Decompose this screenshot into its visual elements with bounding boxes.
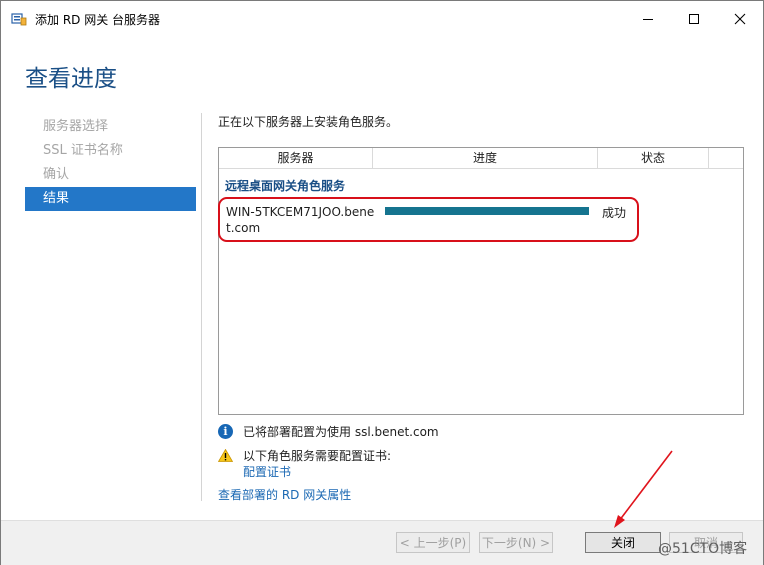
minimize-icon <box>643 19 653 20</box>
sidebar-item-results[interactable]: 结果 <box>25 187 196 211</box>
view-gateway-properties-link[interactable]: 查看部署的 RD 网关属性 <box>218 486 351 503</box>
watermark-text: @51CTO博客 <box>658 541 748 557</box>
maximize-icon <box>689 14 699 24</box>
minimize-button[interactable] <box>625 1 671 37</box>
info-icon: i <box>218 423 233 439</box>
sidebar-item-ssl-cert-name[interactable]: SSL 证书名称 <box>25 139 196 163</box>
column-header-status[interactable]: 状态 <box>598 148 709 168</box>
maximize-button[interactable] <box>671 1 717 37</box>
warning-icon <box>218 449 233 462</box>
window-title: 添加 RD 网关 台服务器 <box>35 13 161 27</box>
red-highlight-annotation <box>218 197 639 242</box>
dialog-window: 添加 RD 网关 台服务器 查看进度 服务器选择 SSL 证书名称 确认 结果 … <box>0 0 764 565</box>
progress-table: 服务器 进度 状态 远程桌面网关角色服务 WIN-5TKCEM71JOO.ben… <box>218 147 744 415</box>
configure-certificate-link[interactable]: 配置证书 <box>243 463 291 480</box>
column-header-progress[interactable]: 进度 <box>373 148 598 168</box>
page-title: 查看进度 <box>25 66 117 92</box>
server-manager-icon <box>11 13 27 26</box>
info-text: 已将部署配置为使用 ssl.benet.com <box>243 424 439 439</box>
previous-button[interactable]: < 上一步(P) <box>396 532 470 553</box>
group-label: 远程桌面网关角色服务 <box>225 179 346 193</box>
wizard-steps-sidebar: 服务器选择 SSL 证书名称 确认 结果 <box>25 115 196 211</box>
vertical-divider <box>201 113 202 501</box>
close-icon <box>734 13 746 25</box>
close-window-button[interactable] <box>717 1 763 37</box>
column-header-server[interactable]: 服务器 <box>219 148 373 168</box>
next-button[interactable]: 下一步(N) > <box>479 532 553 553</box>
sidebar-item-server-selection[interactable]: 服务器选择 <box>25 115 196 139</box>
close-button[interactable]: 关闭 <box>585 532 661 553</box>
footer-bar: < 上一步(P) 下一步(N) > 关闭 取消 <box>1 520 763 565</box>
warning-text: 以下角色服务需要配置证书: <box>243 449 392 463</box>
table-header: 服务器 进度 状态 <box>219 148 743 169</box>
info-message: i 已将部署配置为使用 ssl.benet.com <box>218 423 439 439</box>
title-bar[interactable]: 添加 RD 网关 台服务器 <box>1 1 763 37</box>
sidebar-item-confirmation[interactable]: 确认 <box>25 163 196 187</box>
intro-text: 正在以下服务器上安装角色服务。 <box>218 115 399 129</box>
